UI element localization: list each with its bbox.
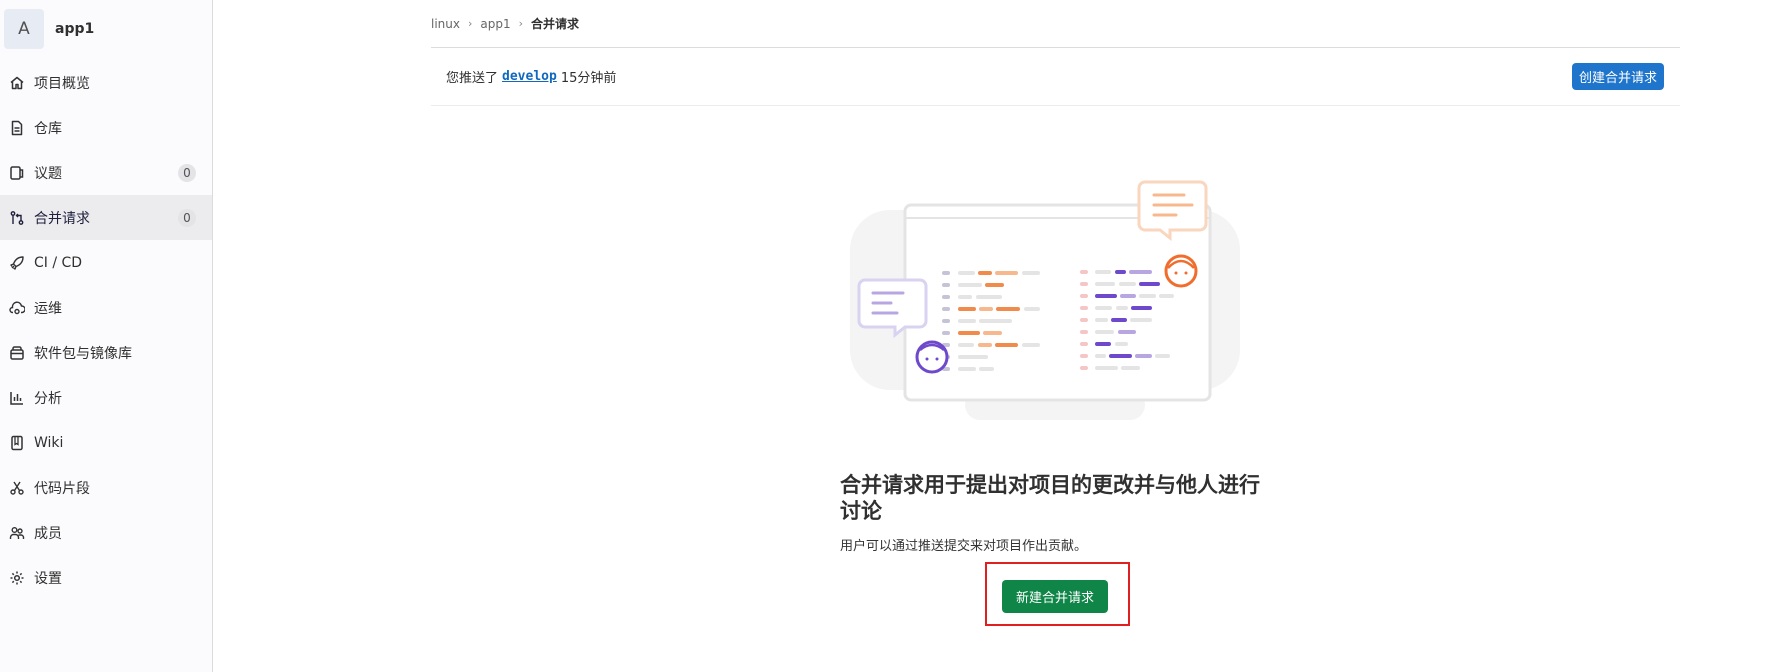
avatar-orange-icon: [1164, 254, 1198, 288]
chevron-right-icon: ›: [467, 17, 473, 30]
create-merge-request-button[interactable]: 创建合并请求: [1571, 63, 1664, 90]
settings-icon: [9, 570, 25, 586]
book-icon: [9, 435, 25, 451]
sidebar-item-issues[interactable]: 议题 0: [0, 150, 212, 195]
sidebar-item-ci-cd[interactable]: CI / CD: [0, 240, 212, 285]
sidebar-item-label: 合并请求: [34, 210, 90, 227]
sidebar-item-label: 仓库: [34, 120, 62, 137]
sidebar-item-members[interactable]: 成员: [0, 510, 212, 555]
project-name[interactable]: app1: [55, 21, 94, 37]
sidebar-item-analytics[interactable]: 分析: [0, 375, 212, 420]
breadcrumb: linux › app1 › 合并请求: [431, 0, 1680, 48]
sidebar-item-label: 代码片段: [34, 480, 90, 497]
push-notice-time: 15分钟前: [560, 71, 617, 86]
sidebar: A app1 项目概览 仓库 议题 0 合并请求 0 CI / CD 运维 软件…: [0, 0, 213, 672]
empty-state-description: 用户可以通过推送提交来对项目作出贡献。: [840, 539, 1088, 554]
merge-requests-illustration: [850, 180, 1240, 420]
sidebar-item-label: 软件包与镜像库: [34, 345, 132, 362]
sidebar-item-settings[interactable]: 设置: [0, 555, 212, 600]
sidebar-item-snippets[interactable]: 代码片段: [0, 465, 212, 510]
chat-bubble-purple-icon: [857, 278, 928, 339]
sidebar-item-merge-requests[interactable]: 合并请求 0: [0, 195, 212, 240]
sidebar-item-label: 运维: [34, 300, 62, 317]
cloud-gear-icon: [9, 300, 25, 316]
sidebar-item-packages[interactable]: 软件包与镜像库: [0, 330, 212, 375]
sidebar-item-label: 项目概览: [34, 75, 90, 92]
rocket-icon: [9, 255, 25, 271]
merge-request-icon: [9, 210, 25, 226]
sidebar-item-label: 设置: [34, 570, 62, 587]
push-notice-prefix: 您推送了: [446, 71, 499, 86]
breadcrumb-item[interactable]: linux: [431, 17, 460, 31]
scissors-icon: [9, 480, 25, 496]
package-icon: [9, 345, 25, 361]
sidebar-item-label: 分析: [34, 390, 62, 407]
branch-link[interactable]: develop: [502, 69, 557, 84]
sidebar-item-label: CI / CD: [34, 254, 83, 271]
avatar-purple-icon: [915, 340, 949, 374]
merge-requests-count-badge: 0: [178, 208, 196, 227]
sidebar-nav: 项目概览 仓库 议题 0 合并请求 0 CI / CD 运维 软件包与镜像库 分…: [0, 60, 212, 600]
chart-icon: [9, 390, 25, 406]
issues-icon: [9, 165, 25, 181]
push-notice-bar: 您推送了 develop 15分钟前 创建合并请求: [431, 48, 1680, 106]
empty-state-title: 合并请求用于提出对项目的更改并与他人进行讨论: [840, 473, 1260, 523]
sidebar-item-repository[interactable]: 仓库: [0, 105, 212, 150]
project-avatar[interactable]: A: [4, 9, 44, 49]
chevron-right-icon: ›: [518, 17, 524, 30]
sidebar-item-label: Wiki: [34, 434, 64, 451]
breadcrumb-current[interactable]: 合并请求: [531, 15, 579, 32]
new-merge-request-button[interactable]: 新建合并请求: [1002, 580, 1108, 613]
document-icon: [9, 120, 25, 136]
chat-bubble-orange-icon: [1137, 180, 1208, 242]
sidebar-item-wiki[interactable]: Wiki: [0, 420, 212, 465]
sidebar-item-overview[interactable]: 项目概览: [0, 60, 212, 105]
sidebar-item-label: 议题: [34, 165, 62, 182]
issues-count-badge: 0: [178, 163, 196, 182]
home-icon: [9, 75, 25, 91]
users-icon: [9, 525, 25, 541]
project-header[interactable]: A app1: [0, 0, 212, 58]
sidebar-item-operations[interactable]: 运维: [0, 285, 212, 330]
main-content: linux › app1 › 合并请求 您推送了 develop 15分钟前 创…: [431, 0, 1680, 106]
sidebar-item-label: 成员: [34, 525, 62, 542]
breadcrumb-item[interactable]: app1: [480, 17, 510, 31]
